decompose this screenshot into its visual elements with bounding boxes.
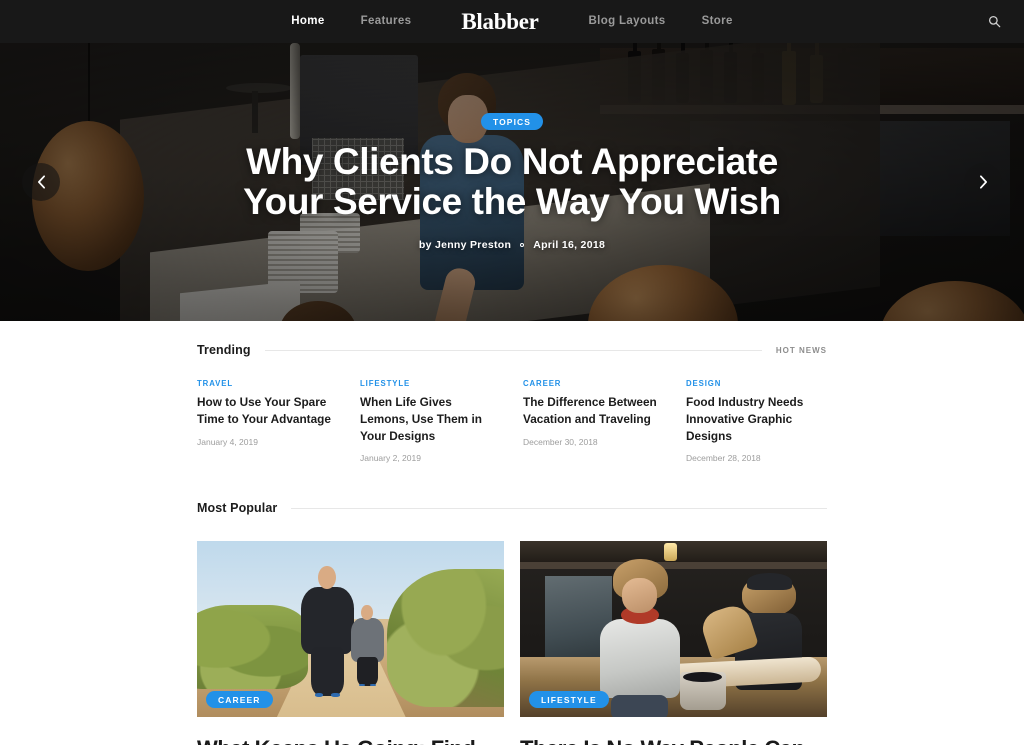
nav-item-store[interactable]: Store — [684, 0, 751, 43]
section-divider — [264, 349, 762, 351]
list-item[interactable]: Career The Difference Between Vacation a… — [523, 379, 664, 463]
trending-title: Trending — [197, 343, 251, 357]
hero-meta: by Jenny Preston April 16, 2018 — [419, 239, 605, 251]
most-popular-list: Career What Keeps Us Going: Find Your Wa… — [197, 541, 827, 745]
hero-content: Topics Why Clients Do Not Appreciate You… — [0, 43, 1024, 321]
site-logo[interactable]: Blabber — [429, 0, 570, 43]
page-root: Home Features Blabber Blog Layouts Store — [0, 0, 1024, 745]
chevron-left-icon — [37, 175, 45, 189]
trending-category[interactable]: Lifestyle — [360, 379, 501, 388]
chevron-right-icon — [979, 175, 987, 189]
hero-title[interactable]: Why Clients Do Not Appreciate Your Servi… — [232, 142, 792, 222]
trending-date: January 2, 2019 — [360, 453, 421, 464]
trending-title-link[interactable]: The Difference Between Vacation and Trav… — [523, 394, 664, 428]
article-category-badge[interactable]: Lifestyle — [529, 691, 609, 709]
trending-date: January 4, 2019 — [197, 436, 258, 447]
hero-author[interactable]: by Jenny Preston — [419, 239, 511, 251]
list-item[interactable]: Lifestyle When Life Gives Lemons, Use Th… — [360, 379, 501, 463]
most-popular-section-header: Most Popular — [197, 501, 827, 515]
article-thumbnail[interactable]: Lifestyle — [520, 541, 827, 718]
nav-item-features[interactable]: Features — [343, 0, 430, 43]
trending-category[interactable]: Travel — [197, 379, 338, 388]
article-thumbnail[interactable]: Career — [197, 541, 504, 718]
article-category-badge[interactable]: Career — [206, 691, 273, 709]
trending-title-link[interactable]: Food Industry Needs Innovative Graphic D… — [686, 394, 827, 444]
trending-title-link[interactable]: When Life Gives Lemons, Use Them in Your… — [360, 394, 501, 444]
list-item[interactable]: Design Food Industry Needs Innovative Gr… — [686, 379, 827, 463]
main-content: Trending Hot News Travel How to Use Your… — [0, 321, 1024, 745]
article-card[interactable]: Career What Keeps Us Going: Find Your Wa… — [197, 541, 504, 745]
article-card[interactable]: Lifestyle There Is No Way People Can Tak… — [520, 541, 827, 745]
most-popular-title: Most Popular — [197, 501, 278, 516]
article-title[interactable]: There Is No Way People Can Take This Awa… — [520, 736, 827, 745]
trending-section-header: Trending Hot News — [197, 343, 827, 357]
article-title[interactable]: What Keeps Us Going: Find Your Way and M… — [197, 736, 504, 745]
hero-date: April 16, 2018 — [533, 238, 606, 251]
hero-category-badge[interactable]: Topics — [480, 113, 544, 131]
nav-item-home[interactable]: Home — [273, 0, 342, 43]
trending-date: December 30, 2018 — [523, 436, 598, 447]
list-item[interactable]: Travel How to Use Your Spare Time to You… — [197, 379, 338, 463]
top-navigation-bar: Home Features Blabber Blog Layouts Store — [0, 0, 1024, 43]
slider-next-button[interactable] — [964, 163, 1002, 201]
trending-category[interactable]: Career — [523, 379, 664, 388]
section-divider — [291, 507, 827, 509]
slider-prev-button[interactable] — [22, 163, 60, 201]
search-icon[interactable] — [980, 8, 1008, 36]
trending-title-link[interactable]: How to Use Your Spare Time to Your Advan… — [197, 394, 338, 428]
nav-item-blog-layouts[interactable]: Blog Layouts — [571, 0, 684, 43]
trending-date: December 28, 2018 — [686, 453, 761, 464]
nav-items-group: Home Features Blabber Blog Layouts Store — [273, 0, 750, 43]
trending-list: Travel How to Use Your Spare Time to You… — [197, 379, 827, 463]
hero-slider: Topics Why Clients Do Not Appreciate You… — [0, 43, 1024, 321]
trending-category[interactable]: Design — [686, 379, 827, 388]
hot-news-label: Hot News — [775, 345, 827, 355]
meta-separator-dot — [520, 242, 525, 247]
content-container: Trending Hot News Travel How to Use Your… — [197, 343, 827, 745]
